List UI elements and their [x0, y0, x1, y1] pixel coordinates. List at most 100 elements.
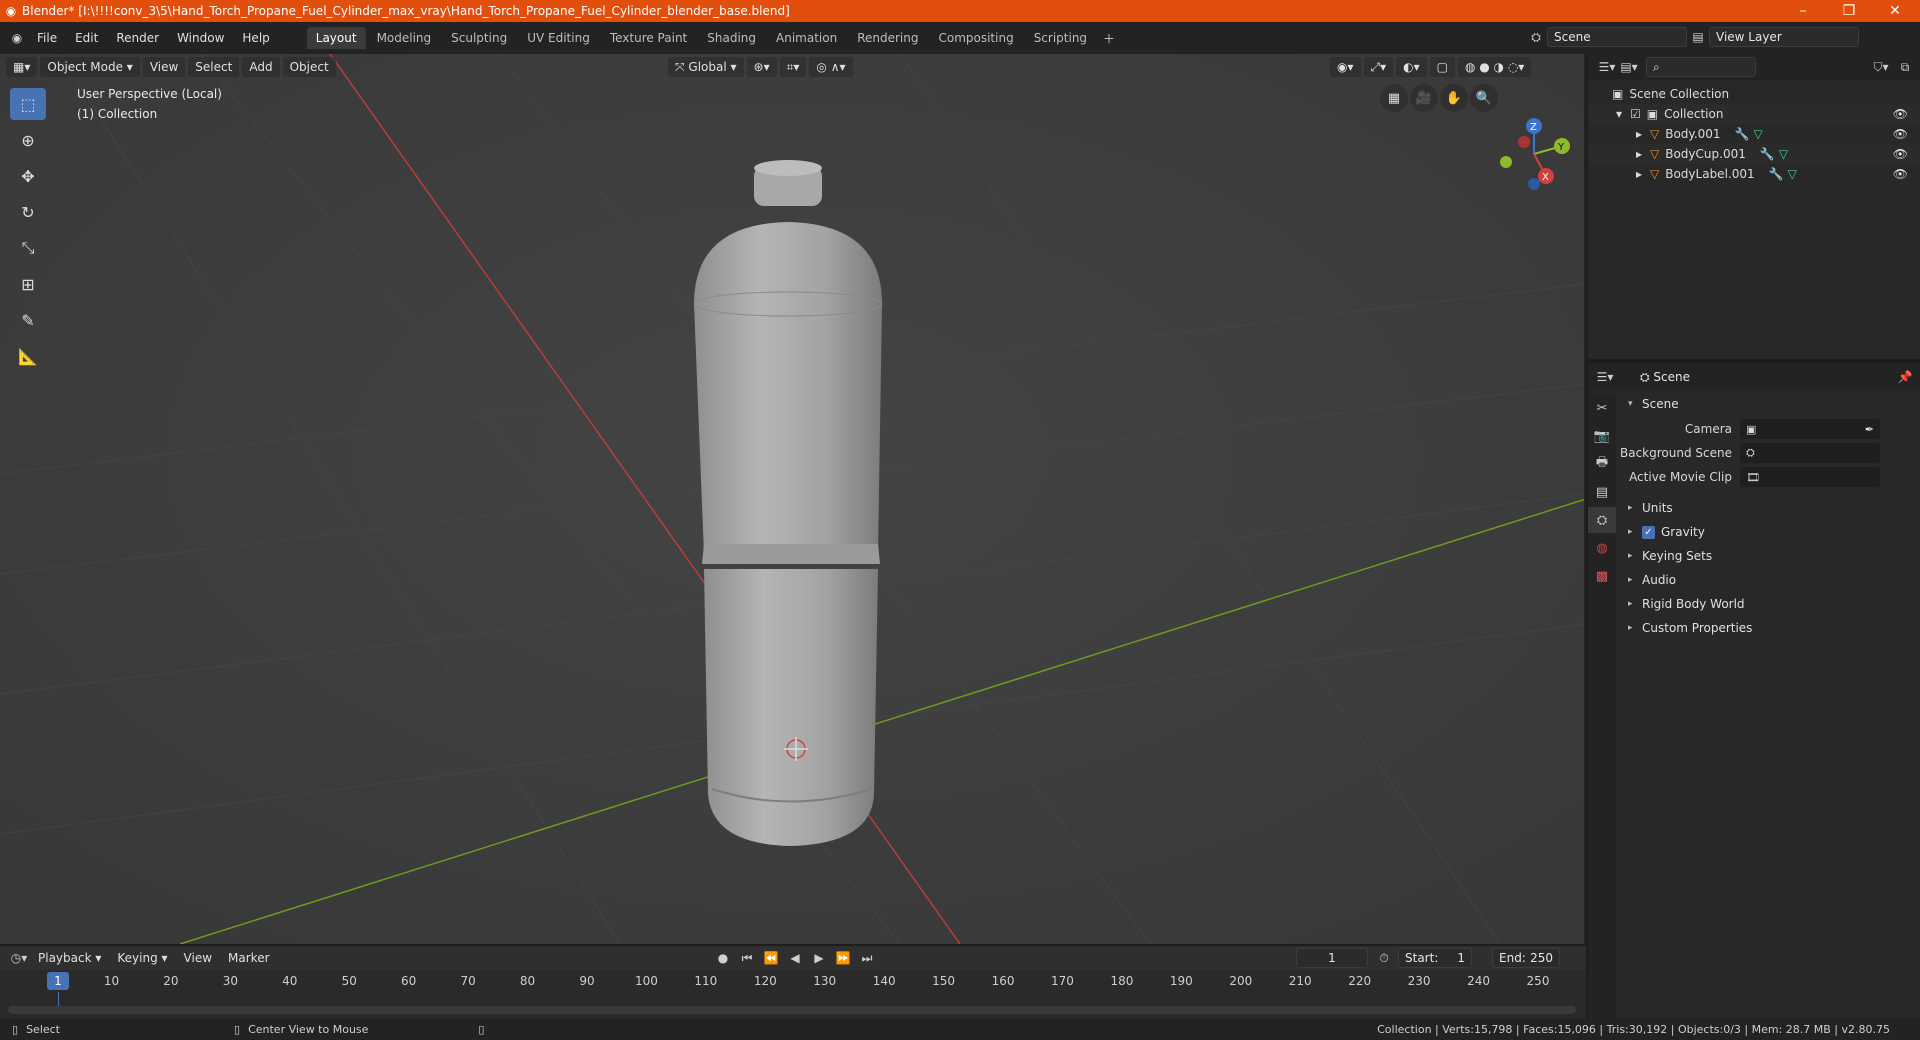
menu-window[interactable]: Window: [168, 31, 233, 45]
panel-units[interactable]: ▸ Units: [1618, 497, 1920, 519]
world-tab-icon[interactable]: ◍: [1588, 535, 1616, 561]
zoom-icon[interactable]: 🔍: [1470, 84, 1498, 112]
annotate-tool-icon[interactable]: ✎: [10, 304, 46, 336]
end-frame-field[interactable]: End: 250: [1492, 948, 1560, 968]
pivot-icon[interactable]: ⊛▾: [746, 57, 777, 77]
active-movie-clip-field[interactable]: 🎞: [1740, 467, 1880, 487]
tab-scripting[interactable]: Scripting: [1025, 27, 1096, 49]
display-mode-icon[interactable]: ▤▾: [1618, 57, 1640, 77]
3d-viewport[interactable]: Z Y X ▦▾ Object Mode ▾ View Select Add O…: [0, 54, 1586, 944]
next-keyframe-icon[interactable]: ⏩: [832, 948, 854, 968]
timeline-menu-playback[interactable]: Playback ▾: [30, 951, 109, 965]
scale-tool-icon[interactable]: ⤡: [10, 232, 46, 264]
background-scene-field[interactable]: ⛭: [1740, 443, 1880, 463]
expand-arrow-icon[interactable]: ▸: [1636, 127, 1650, 141]
timeline-ruler[interactable]: 10 20 30 40 50 60 70 80 90 100 110 120 130 140 150 160 1…: [0, 970, 1586, 992]
checkbox-icon[interactable]: ☑: [1630, 107, 1641, 121]
tab-layout[interactable]: Layout: [306, 27, 366, 49]
timeline-menu-view[interactable]: View: [176, 951, 220, 965]
timeline-menu-keying[interactable]: Keying ▾: [109, 951, 175, 965]
move-tool-icon[interactable]: ✥: [10, 160, 46, 192]
filter-icon[interactable]: ⛉▾: [1870, 57, 1892, 77]
outliner-search-input[interactable]: ⌕: [1646, 57, 1756, 77]
tab-texture-paint[interactable]: Texture Paint: [601, 27, 696, 49]
tree-row-collection[interactable]: ▾ ☑ ▣ Collection 👁: [1588, 104, 1920, 124]
gizmo-toggle-icon[interactable]: ⤢▾: [1363, 57, 1394, 77]
toggle-grid-icon[interactable]: ▦: [1380, 84, 1408, 112]
snap-icon[interactable]: ⌗▾: [779, 57, 807, 77]
stopwatch-icon[interactable]: ⏱: [1373, 948, 1395, 968]
scene-tab-icon[interactable]: ⛭: [1588, 507, 1616, 533]
pan-hand-icon[interactable]: ✋: [1440, 84, 1468, 112]
current-frame-field[interactable]: 1: [1296, 948, 1368, 968]
properties-editor-icon[interactable]: ☰▾: [1594, 367, 1616, 387]
play-reverse-icon[interactable]: ◀: [784, 948, 806, 968]
tab-shading[interactable]: Shading: [698, 27, 765, 49]
play-icon[interactable]: ▶: [808, 948, 830, 968]
transform-orientation-dropdown[interactable]: ⤧ Global ▾: [668, 57, 744, 77]
tab-sculpting[interactable]: Sculpting: [442, 27, 516, 49]
measure-tool-icon[interactable]: 📐: [10, 340, 46, 372]
maximize-button[interactable]: ❐: [1826, 0, 1872, 22]
camera-view-icon[interactable]: 🎥: [1410, 84, 1438, 112]
proportional-edit-icon[interactable]: ◎ ∧▾: [809, 57, 853, 77]
timeline-scrollbar[interactable]: [8, 1006, 1576, 1014]
blender-menu-icon[interactable]: ◉: [6, 28, 28, 48]
viewport-menu-add[interactable]: Add: [242, 57, 280, 77]
cursor-tool-icon[interactable]: ⊕: [10, 124, 46, 156]
viewport-menu-select[interactable]: Select: [188, 57, 240, 77]
camera-field[interactable]: ▣ ✒: [1740, 419, 1880, 439]
panel-custom-properties[interactable]: ▸ Custom Properties: [1618, 617, 1920, 639]
jump-end-icon[interactable]: ⏭: [856, 948, 878, 968]
tab-uv-editing[interactable]: UV Editing: [518, 27, 599, 49]
panel-audio[interactable]: ▸ Audio: [1618, 569, 1920, 591]
select-box-tool-icon[interactable]: ⬚: [10, 88, 46, 120]
eye-icon[interactable]: 👁: [1893, 147, 1908, 161]
visibility-icon[interactable]: ◉▾: [1330, 57, 1361, 77]
menu-edit[interactable]: Edit: [66, 31, 107, 45]
tab-rendering[interactable]: Rendering: [848, 27, 927, 49]
expand-arrow-icon[interactable]: ▸: [1636, 147, 1650, 161]
tab-animation[interactable]: Animation: [767, 27, 846, 49]
xray-icon[interactable]: ▢: [1429, 57, 1455, 77]
texture-tab-icon[interactable]: ▩: [1588, 563, 1616, 589]
eye-icon[interactable]: 👁: [1893, 107, 1908, 121]
eye-icon[interactable]: 👁: [1893, 167, 1908, 181]
panel-rigid-body-world[interactable]: ▸ Rigid Body World: [1618, 593, 1920, 615]
expand-arrow-icon[interactable]: ▸: [1636, 167, 1650, 181]
overlay-icon[interactable]: ◐▾: [1396, 57, 1427, 77]
tab-compositing[interactable]: Compositing: [929, 27, 1022, 49]
prev-keyframe-icon[interactable]: ⏪: [760, 948, 782, 968]
current-frame-marker[interactable]: 1: [47, 972, 69, 990]
eyedropper-icon[interactable]: ✒: [1865, 423, 1874, 436]
eye-icon[interactable]: 👁: [1893, 127, 1908, 141]
view-layer-tab-icon[interactable]: ▤: [1588, 479, 1616, 505]
menu-file[interactable]: File: [28, 31, 66, 45]
jump-start-icon[interactable]: ⏮: [736, 948, 758, 968]
editor-type-icon[interactable]: ▦▾: [6, 57, 38, 77]
panel-gravity[interactable]: ▸ ✓ Gravity: [1618, 521, 1920, 543]
render-tab-icon[interactable]: 📷: [1588, 423, 1616, 449]
outliner-editor-icon[interactable]: ☰▾: [1596, 57, 1618, 77]
tree-row-bodycup[interactable]: ▸ ▽ BodyCup.001 🔧 ▽ 👁: [1588, 144, 1920, 164]
scene-icon[interactable]: ⛭: [1525, 27, 1547, 47]
view-layer-field[interactable]: View Layer: [1709, 27, 1859, 47]
timeline-editor-icon[interactable]: ◷▾: [8, 948, 30, 968]
mode-dropdown[interactable]: Object Mode ▾: [40, 57, 140, 77]
start-frame-field[interactable]: Start: 1: [1398, 948, 1472, 968]
shading-modes-icon[interactable]: ◍ ● ◑ ◌▾: [1457, 57, 1532, 77]
output-tab-icon[interactable]: 🖶: [1588, 451, 1616, 477]
new-collection-icon[interactable]: ⧉: [1894, 57, 1916, 77]
minimize-button[interactable]: –: [1780, 0, 1826, 22]
tree-row-body[interactable]: ▸ ▽ Body.001 🔧 ▽ 👁: [1588, 124, 1920, 144]
close-button[interactable]: ✕: [1872, 0, 1918, 22]
gravity-checkbox[interactable]: ✓: [1642, 525, 1655, 539]
timeline-menu-marker[interactable]: Marker: [220, 951, 277, 965]
tree-row-bodylabel[interactable]: ▸ ▽ BodyLabel.001 🔧 ▽ 👁: [1588, 164, 1920, 184]
rotate-tool-icon[interactable]: ↻: [10, 196, 46, 228]
scene-field[interactable]: Scene: [1547, 27, 1687, 47]
add-workspace-icon[interactable]: ＋: [1098, 28, 1120, 48]
menu-help[interactable]: Help: [233, 31, 278, 45]
tool-tab-icon[interactable]: ✂: [1588, 395, 1616, 421]
tab-modeling[interactable]: Modeling: [368, 27, 441, 49]
